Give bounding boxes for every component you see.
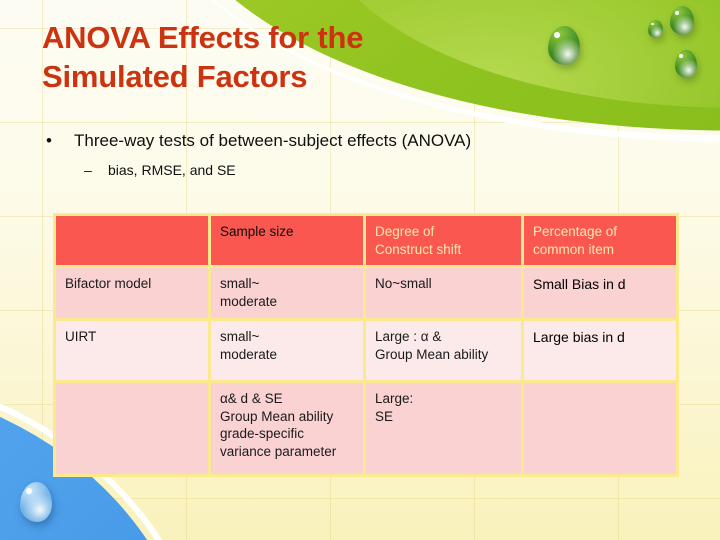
water-droplet-blue-icon: [20, 482, 52, 522]
table-cell-common-item: [524, 382, 679, 477]
bullet-level2: – bias, RMSE, and SE: [36, 162, 686, 180]
bullet-level1: • Three-way tests of between-subject eff…: [36, 130, 686, 151]
table-header-cell-construct-shift: Degree of Construct shift: [366, 213, 524, 269]
bullet-list: • Three-way tests of between-subject eff…: [36, 130, 686, 180]
bullet-level1-text: Three-way tests of between-subject effec…: [74, 131, 472, 150]
table-header-row: Sample size Degree of Construct shift Pe…: [53, 213, 679, 269]
table-cell-common-item: Small Bias in d: [524, 268, 679, 321]
table-cell-sample-size: small~ moderate: [211, 268, 366, 321]
dash-marker-icon: –: [84, 162, 92, 179]
table-header-cell-common-item: Percentage of common item: [524, 213, 679, 269]
water-droplet-green-medium-icon: [670, 6, 694, 35]
table-header-cell-blank: [53, 213, 211, 269]
table-cell-model: UIRT: [53, 320, 211, 383]
slide-title: ANOVA Effects for the Simulated Factors: [42, 20, 364, 95]
table-cell-model: Bifactor model: [53, 268, 211, 321]
table-row: UIRT small~ moderate Large : α & Group M…: [53, 320, 679, 383]
table-cell-construct-shift: No~small: [366, 268, 524, 321]
table-row: α& d & SE Group Mean ability grade-speci…: [53, 382, 679, 477]
table-cell-model: [53, 382, 211, 477]
slide-canvas: ANOVA Effects for the Simulated Factors …: [0, 0, 720, 540]
water-droplet-green-small-icon: [648, 20, 663, 38]
table-cell-sample-size: α& d & SE Group Mean ability grade-speci…: [211, 382, 366, 477]
table-header-cell-sample-size: Sample size: [211, 213, 366, 269]
anova-factors-table: Sample size Degree of Construct shift Pe…: [53, 213, 679, 477]
table-cell-construct-shift: Large: SE: [366, 382, 524, 477]
table-cell-sample-size: small~ moderate: [211, 320, 366, 383]
bullet-marker-icon: •: [46, 131, 52, 150]
water-droplet-green-edge-icon: [675, 50, 697, 78]
table-row: Bifactor model small~ moderate No~small …: [53, 268, 679, 321]
bullet-level2-text: bias, RMSE, and SE: [108, 162, 236, 179]
table-cell-construct-shift: Large : α & Group Mean ability: [366, 320, 524, 383]
table-cell-common-item: Large bias in d: [524, 320, 679, 383]
